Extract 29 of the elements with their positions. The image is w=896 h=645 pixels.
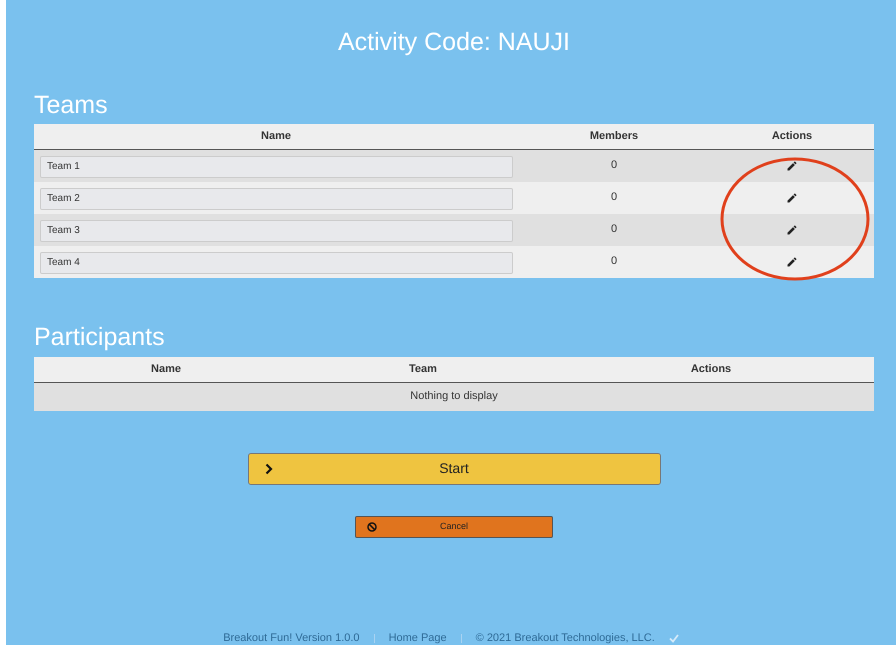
pencil-icon[interactable]: [786, 224, 798, 236]
team-name-field[interactable]: Team 1: [40, 156, 513, 178]
chevron-right-icon: [264, 462, 272, 474]
pencil-icon[interactable]: [786, 192, 798, 204]
check-icon: [668, 634, 679, 642]
team-name-field[interactable]: Team 2: [40, 188, 513, 210]
column-header: Team: [409, 362, 437, 377]
cancel-button[interactable]: Cancel: [355, 516, 553, 538]
members-count: 0: [610, 158, 618, 174]
members-count: 0: [610, 222, 618, 238]
column-header: Members: [590, 128, 638, 144]
pencil-icon[interactable]: [786, 160, 798, 172]
prohibited-icon: [367, 522, 377, 532]
column-header: Actions: [772, 128, 812, 144]
members-count: 0: [610, 254, 618, 270]
column-header: Name: [261, 128, 291, 144]
team-name-field[interactable]: Team 3: [40, 220, 513, 242]
members-count: 0: [610, 190, 618, 206]
section-heading: Participants: [34, 322, 165, 352]
column-header: Actions: [690, 362, 732, 377]
section-heading: Teams: [34, 90, 108, 120]
footer-text: Breakout Fun! Version 1.0.0: [223, 632, 360, 644]
empty-message: Nothing to display: [410, 389, 498, 404]
footer-text: © 2021 Breakout Technologies, LLC.: [476, 632, 655, 644]
column-header: Name: [151, 362, 181, 377]
pencil-icon[interactable]: [786, 256, 798, 268]
page-title: Activity Code: NAUJI: [338, 27, 570, 58]
team-name-field[interactable]: Team 4: [40, 252, 513, 274]
start-button[interactable]: Start: [248, 452, 660, 484]
